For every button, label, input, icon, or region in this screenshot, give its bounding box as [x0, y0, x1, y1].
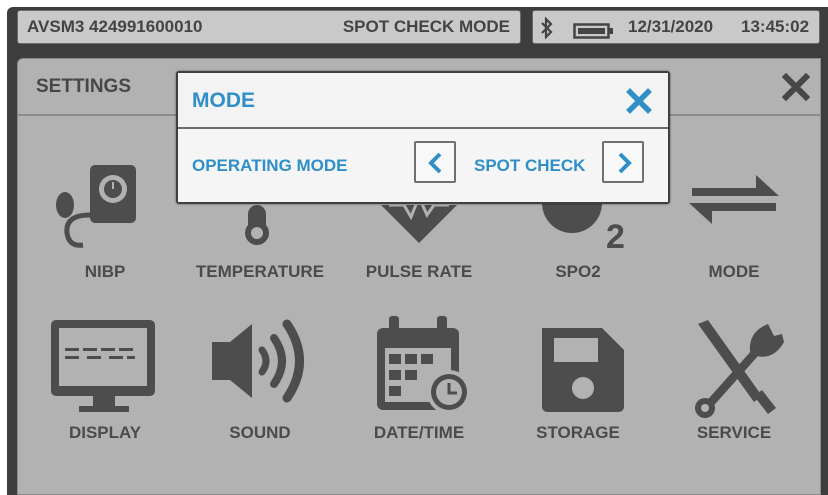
status-bar-left: AVSM3 424991600010 SPOT CHECK MODE — [17, 10, 521, 44]
tile-label: STORAGE — [536, 423, 620, 442]
floppy-disk-icon — [542, 328, 624, 412]
current-mode: SPOT CHECK MODE — [342, 17, 510, 36]
tile-storage[interactable]: STORAGE — [508, 310, 648, 450]
tile-label: NIBP — [84, 262, 126, 281]
tile-label: SERVICE — [696, 423, 772, 442]
blood-pressure-cuff-icon — [56, 165, 136, 248]
device-id: AVSM3 424991600010 — [27, 17, 203, 36]
tile-label: SOUND — [229, 423, 291, 442]
close-icon — [626, 88, 652, 114]
tile-label: MODE — [708, 262, 760, 281]
close-settings-button[interactable] — [781, 72, 811, 106]
status-bar-right: 12/31/2020 13:45:02 — [532, 10, 820, 44]
dialog-header: MODE — [178, 73, 668, 129]
wrench-screwdriver-icon — [695, 320, 784, 418]
mode-dialog: MODE OPERATING MODE SPOT CHECK — [176, 71, 670, 204]
bluetooth-icon — [539, 16, 555, 50]
status-time: 13:45:02 — [741, 17, 810, 36]
tile-label: DATE/TIME — [373, 423, 465, 442]
tile-mode[interactable]: MODE — [664, 145, 804, 285]
tile-label: DISPLAY — [68, 423, 142, 442]
tile-nibp[interactable]: NIBP — [35, 145, 175, 285]
page-title: SETTINGS — [36, 76, 132, 97]
tile-date-time[interactable]: DATE/TIME — [349, 310, 489, 450]
tile-display[interactable]: DISPLAY — [35, 310, 175, 450]
tile-service[interactable]: SERVICE — [664, 310, 804, 450]
tile-label: TEMPERATURE — [195, 262, 325, 281]
previous-mode-button[interactable] — [414, 141, 456, 183]
dialog-title: MODE — [192, 89, 255, 112]
dialog-body: OPERATING MODE SPOT CHECK — [178, 131, 668, 202]
monitor-icon — [51, 320, 155, 412]
swap-arrows-icon — [689, 175, 779, 224]
calendar-clock-icon — [377, 316, 471, 414]
tile-sound[interactable]: SOUND — [190, 310, 330, 450]
operating-mode-label: OPERATING MODE — [192, 156, 348, 175]
chevron-left-icon — [428, 152, 442, 174]
close-icon — [781, 72, 811, 102]
tile-label: SPO2 — [555, 262, 601, 281]
battery-icon — [573, 19, 615, 51]
chevron-right-icon — [618, 152, 632, 174]
close-dialog-button[interactable] — [626, 88, 652, 119]
operating-mode-value: SPOT CHECK — [474, 156, 586, 175]
tile-label: PULSE RATE — [365, 262, 473, 281]
status-date: 12/31/2020 — [628, 17, 714, 36]
svg-text:2: 2 — [606, 218, 625, 255]
next-mode-button[interactable] — [602, 141, 644, 183]
speaker-icon — [212, 319, 304, 403]
